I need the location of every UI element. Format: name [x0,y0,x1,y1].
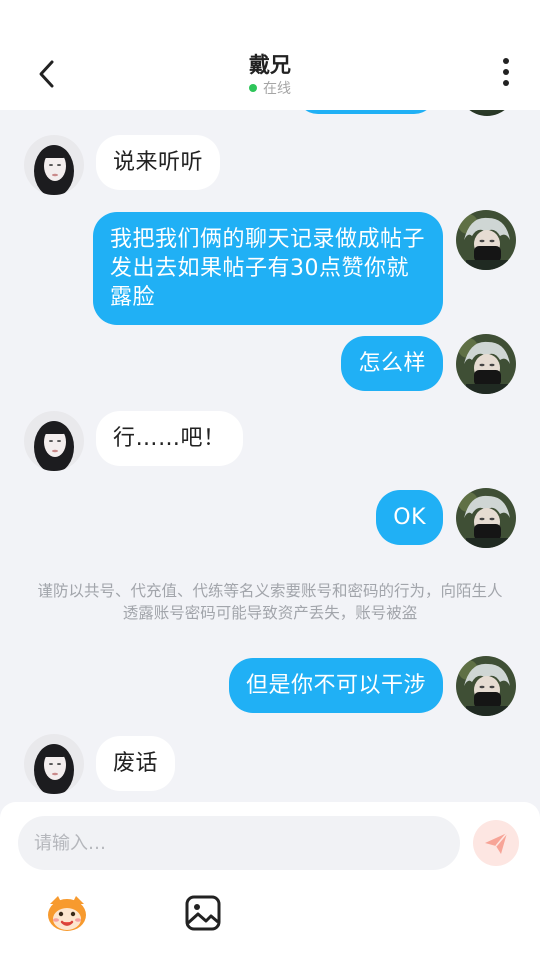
message-bubble-outgoing[interactable]: 怎么样 [341,336,443,391]
message-bubble-outgoing[interactable]: OK [376,490,443,545]
send-button[interactable] [473,820,519,866]
contact-avatar-image [24,135,84,195]
my-avatar-image [456,488,516,548]
message-list[interactable]: 说来听听 我把我们俩的聊天记录做成帖子发出去如果帖子有30点赞你就露脸 怎么样 [0,110,540,802]
message-bubble-outgoing-partial [296,110,436,114]
contact-avatar[interactable] [24,411,84,471]
message-bubble-outgoing[interactable]: 我把我们俩的聊天记录做成帖子发出去如果帖子有30点赞你就露脸 [93,212,443,325]
input-panel [0,802,540,960]
more-dot-icon [503,58,509,64]
message-bubble-incoming[interactable]: 说来听听 [96,135,221,190]
my-avatar[interactable] [456,210,516,270]
online-status: 在线 [0,78,540,98]
my-avatar-partial [458,110,516,116]
my-avatar[interactable] [456,488,516,548]
contact-avatar[interactable] [24,734,84,794]
more-dot-icon [503,69,509,75]
online-status-label: 在线 [263,81,291,97]
message-input[interactable] [18,816,460,870]
send-icon [485,832,508,854]
emoji-face-icon [48,896,86,931]
image-icon [185,895,221,931]
security-notice: 谨防以共号、代充值、代练等名义索要账号和密码的行为，向陌生人透露账号密码可能导致… [37,582,503,622]
message-bubble-incoming[interactable]: 行……吧！ [96,411,243,466]
contact-avatar-image [24,734,84,794]
contact-avatar-image [24,411,84,471]
my-avatar[interactable] [456,656,516,716]
my-avatar-image [456,210,516,270]
more-dot-icon [503,80,509,86]
contact-avatar[interactable] [24,135,84,195]
chat-header: 戴兄 在线 [0,0,540,110]
emoji-button[interactable] [44,892,90,934]
more-options-button[interactable] [496,58,516,92]
my-avatar-image [456,334,516,394]
my-avatar-image [456,656,516,716]
my-avatar[interactable] [456,334,516,394]
message-bubble-incoming[interactable]: 废话 [96,736,176,791]
image-button[interactable] [184,894,222,932]
online-dot-icon [249,84,257,92]
contact-name: 戴兄 [249,53,291,77]
message-bubble-outgoing[interactable]: 但是你不可以干涉 [228,658,443,713]
